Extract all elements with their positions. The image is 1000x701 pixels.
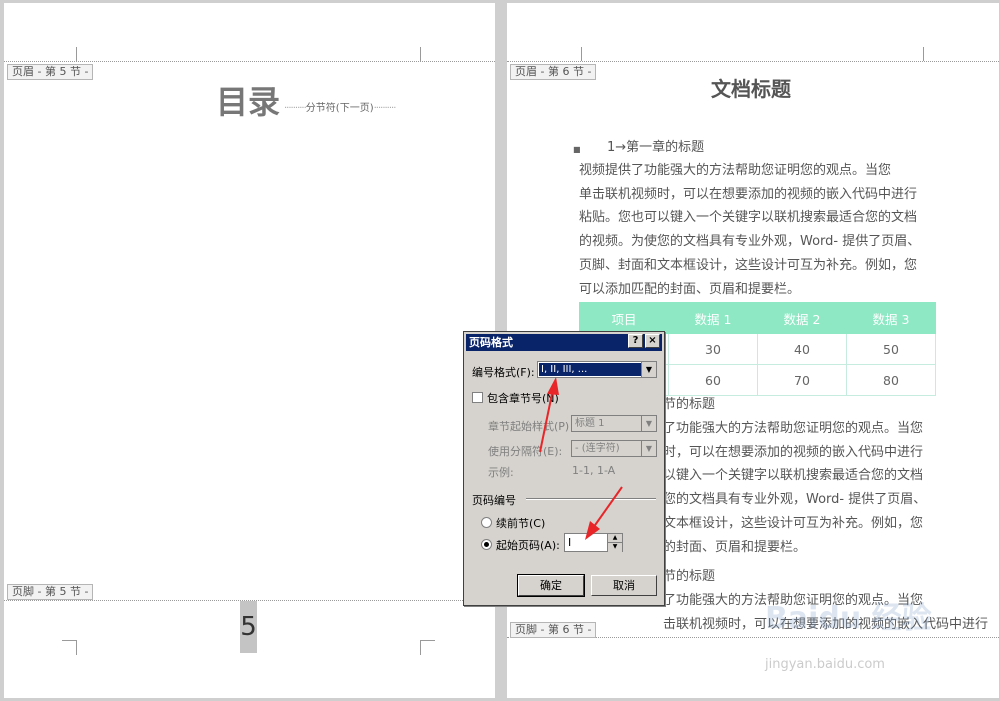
table-cell[interactable]: 80 — [846, 364, 936, 396]
table-cell[interactable]: 50 — [846, 333, 936, 365]
include-chapter-checkbox[interactable] — [472, 392, 483, 403]
table-header-cell[interactable]: 数据 2 — [757, 302, 847, 334]
toc-title[interactable]: 目录 — [216, 77, 280, 123]
paragraph-line: 的视频。为使您的文档具有专业外观，Word- 提供了页眉、 — [579, 234, 921, 250]
table-header-cell[interactable]: 项目 — [579, 302, 669, 334]
cancel-button[interactable]: 取消 — [591, 575, 657, 596]
header-boundary-line — [4, 61, 495, 62]
paragraph-line: 了功能强大的方法帮助您证明您的观点。当您 — [663, 421, 924, 436]
section-break-marker: ··········分节符(下一页)·········· — [284, 103, 396, 114]
crop-mark — [420, 640, 435, 655]
separator-select[interactable]: - (连字符) ▼ — [571, 440, 657, 457]
paragraph-line: 以键入一个关键字以联机搜索最适合您的文档 — [663, 468, 924, 484]
document-title[interactable]: 文档标题 — [711, 73, 791, 102]
table-cell[interactable]: 40 — [757, 333, 847, 365]
separator-value: - (连字符) — [575, 443, 620, 454]
crop-mark — [62, 640, 77, 655]
bullet-marker: ■ — [573, 145, 581, 154]
paragraph-line: 的封面、页眉和提要栏。 — [663, 539, 807, 555]
document-page-section-5[interactable]: 页眉 - 第 5 节 - 目录 ··········分节符(下一页)······… — [4, 3, 495, 698]
crop-mark — [420, 47, 421, 61]
spin-down-icon[interactable]: ▼ — [607, 542, 622, 552]
chevron-down-icon[interactable]: ▼ — [641, 441, 656, 456]
continue-radio[interactable] — [481, 517, 492, 528]
paragraph-line: 页脚、封面和文本框设计，这些设计可互为补充。例如，您 — [579, 257, 918, 273]
start-at-label[interactable]: 起始页码(A): — [496, 537, 560, 553]
separator-label: 使用分隔符(E): — [488, 445, 563, 458]
paragraph-line: 粘贴。您也可以键入一个关键字以联机搜索最适合您的文档 — [579, 210, 918, 226]
body-paragraph[interactable]: 视频提供了功能强大的方法帮助您证明您的观点。当您单击联机视频时，可以在想要添加的… — [579, 159, 920, 301]
start-at-spinner[interactable]: I ▲ ▼ — [564, 533, 623, 552]
chapter-style-value: 标题 1 — [575, 418, 605, 429]
paragraph-line: 时，可以在想要添加的视频的嵌入代码中进行 — [663, 444, 924, 460]
example-value: 1-1, 1-A — [572, 464, 616, 477]
group-divider — [526, 498, 656, 500]
spin-up-icon[interactable]: ▲ — [607, 534, 622, 542]
crop-mark — [76, 47, 77, 61]
paragraph-line: 您的文档具有专业外观，Word- 提供了页眉、 — [663, 492, 927, 508]
header-section-tag[interactable]: 页眉 - 第 5 节 - — [7, 64, 94, 80]
footer-section-tag[interactable]: 页脚 - 第 6 节 - — [510, 622, 597, 638]
paragraph-line: 单击联机视频时，可以在想要添加的视频的嵌入代码中进行 — [579, 186, 918, 202]
paragraph-line: 视频提供了功能强大的方法帮助您证明您的观点。当您 — [579, 163, 892, 178]
page-numbering-group-label: 页码编号 — [472, 494, 516, 507]
paragraph-line: 可以添加匹配的封面、页眉和提要栏。 — [579, 281, 801, 297]
page-number-field[interactable]: 5 — [240, 601, 257, 653]
chevron-down-icon[interactable]: ▼ — [641, 362, 656, 377]
start-at-value: I — [568, 536, 572, 549]
table-cell[interactable]: 70 — [757, 364, 847, 396]
chapter-heading[interactable]: 1→第一章的标题 — [607, 136, 704, 155]
ok-button[interactable]: 确定 — [517, 574, 585, 597]
baidu-watermark: Baidu 经验 — [765, 601, 932, 636]
table-cell[interactable]: 60 — [668, 364, 758, 396]
include-chapter-label[interactable]: 包含章节号(N) — [487, 390, 559, 406]
example-label: 示例: — [488, 466, 514, 479]
crop-mark — [581, 47, 582, 61]
page-number-format-dialog[interactable]: 页码格式 ? × 编号格式(F): I, II, III, ... ▼ 包含章节… — [463, 331, 665, 606]
chapter-style-select[interactable]: 标题 1 ▼ — [571, 415, 657, 432]
section-heading[interactable]: 节的标题 — [663, 393, 715, 412]
header-section-tag[interactable]: 页眉 - 第 6 节 - — [510, 64, 597, 80]
continue-label[interactable]: 续前节(C) — [496, 515, 545, 531]
chevron-down-icon[interactable]: ▼ — [641, 416, 656, 431]
close-button[interactable]: × — [645, 334, 660, 348]
start-at-radio[interactable] — [481, 539, 492, 550]
dialog-title: 页码格式 — [469, 336, 513, 349]
number-format-label: 编号格式(F): — [472, 366, 535, 379]
table-header-row: 项目 数据 1 数据 2 数据 3 — [579, 302, 936, 334]
table-header-cell[interactable]: 数据 3 — [846, 302, 936, 334]
crop-mark — [923, 47, 924, 61]
help-button[interactable]: ? — [628, 334, 643, 348]
watermark-url: jingyan.baidu.com — [765, 657, 885, 672]
paragraph-line: 文本框设计，这些设计可互为补充。例如，您 — [663, 515, 924, 531]
header-boundary-line — [507, 61, 999, 62]
body-paragraph[interactable]: 了功能强大的方法帮助您证明您的观点。当您 时，可以在想要添加的视频的嵌入代码中进行… — [663, 417, 926, 559]
footer-section-tag[interactable]: 页脚 - 第 5 节 - — [7, 584, 94, 600]
number-format-value: I, II, III, ... — [539, 363, 641, 376]
section-break-label: 分节符(下一页) — [305, 103, 374, 114]
section-heading[interactable]: 节的标题 — [663, 565, 715, 584]
number-format-select[interactable]: I, II, III, ... ▼ — [537, 361, 657, 378]
table-cell[interactable]: 30 — [668, 333, 758, 365]
table-header-cell[interactable]: 数据 1 — [668, 302, 758, 334]
chapter-style-label: 章节起始样式(P) — [488, 420, 570, 433]
